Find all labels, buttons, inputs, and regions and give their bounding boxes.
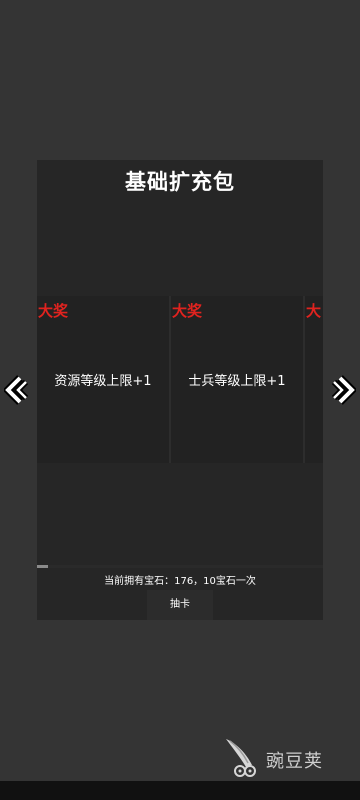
grand-prize-badge: 大 xyxy=(306,302,322,320)
scroll-indicator-fill xyxy=(37,565,49,568)
system-bottom-bar xyxy=(0,781,360,800)
carousel-scroll-indicator xyxy=(37,565,323,568)
next-pack-arrow[interactable] xyxy=(331,374,358,406)
chevron-left-icon xyxy=(2,375,29,405)
prev-pack-arrow[interactable] xyxy=(2,374,29,406)
grand-prize-badge: 大奖 xyxy=(172,302,203,320)
reward-card[interactable]: 大奖 资源等级上限+1 xyxy=(37,296,171,463)
draw-card-button[interactable]: 抽卡 xyxy=(147,590,213,620)
card-carousel[interactable]: 大奖 资源等级上限+1 大奖 士兵等级上限+1 大 xyxy=(37,296,323,463)
gem-balance-text: 当前拥有宝石：176，10宝石一次 xyxy=(104,576,256,587)
game-screen: 基础扩充包 大奖 资源等级上限+1 大奖 士兵等级上限+1 大 当前拥有宝石：1… xyxy=(0,0,360,800)
watermark: 豌豆荚 xyxy=(222,735,342,779)
watermark-text: 豌豆荚 xyxy=(266,751,323,772)
wandoujia-logo-icon xyxy=(226,739,256,777)
reward-card-label: 士兵等级上限+1 xyxy=(188,374,286,389)
reward-card-label: 资源等级上限+1 xyxy=(54,374,152,389)
reward-card[interactable]: 大 xyxy=(305,296,323,463)
grand-prize-badge: 大奖 xyxy=(38,302,69,320)
chevron-right-icon xyxy=(331,375,358,405)
card-pack-panel: 基础扩充包 大奖 资源等级上限+1 大奖 士兵等级上限+1 大 当前拥有宝石：1… xyxy=(37,160,323,620)
reward-card[interactable]: 大奖 士兵等级上限+1 xyxy=(171,296,305,463)
pack-title: 基础扩充包 xyxy=(125,170,235,194)
